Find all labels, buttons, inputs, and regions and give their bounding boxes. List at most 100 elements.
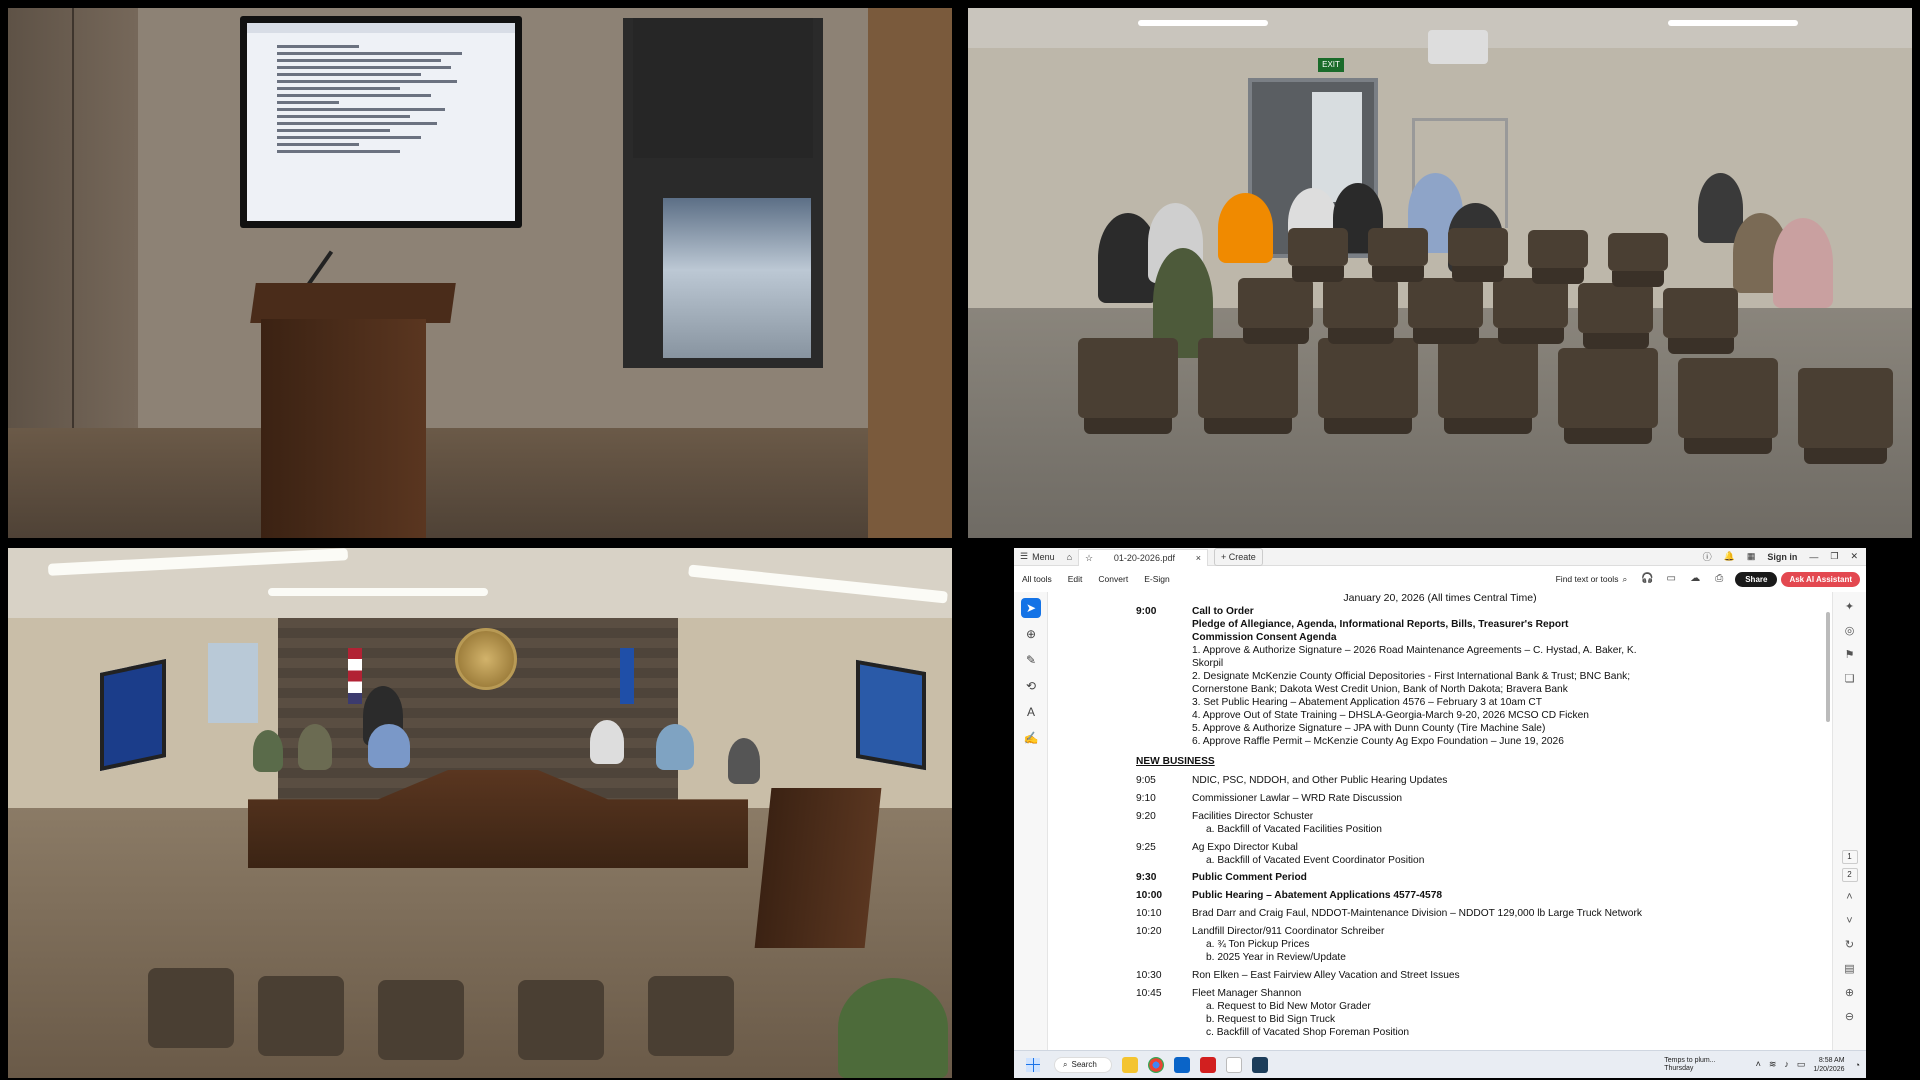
page-number-1[interactable]: 1 (1841, 850, 1858, 864)
notifications-icon[interactable]: 🔔 (1724, 551, 1735, 562)
podium (250, 283, 456, 538)
search-icon: ⌕ (1063, 1059, 1068, 1069)
refresh-icon[interactable]: ↻ (1843, 938, 1857, 952)
agenda-subtext: a. Backfill of Vacated Facilities Positi… (1206, 824, 1382, 835)
create-tab-button[interactable]: + Create (1214, 548, 1263, 566)
zoom-in-icon[interactable]: ⊕ (1843, 986, 1857, 1000)
state-flag (620, 648, 634, 704)
chair (258, 976, 344, 1056)
page-export-icon[interactable]: ▤ (1843, 962, 1857, 976)
agenda-time: 9:20 (1136, 811, 1156, 822)
chair (1608, 233, 1668, 287)
lasso-icon[interactable]: ⟲ (1021, 676, 1041, 696)
cloud-upload-icon[interactable]: ☁ (1689, 573, 1701, 585)
camera-feed-podium (8, 8, 952, 538)
agenda-time: 10:20 (1136, 926, 1162, 937)
signature-icon[interactable]: ✍ (1021, 728, 1041, 748)
sign-in-button[interactable]: Sign in (1767, 552, 1797, 562)
read-aloud-icon[interactable]: 🎧 (1641, 573, 1653, 585)
minimize-icon[interactable]: — (1809, 552, 1818, 562)
agenda-time: 10:30 (1136, 970, 1162, 981)
agenda-subtext: b. Request to Bid Sign Truck (1206, 1014, 1336, 1025)
floor (8, 428, 952, 538)
tab-title: 01-20-2026.pdf (1113, 553, 1175, 563)
page-number-2[interactable]: 2 (1841, 868, 1858, 882)
wifi-icon[interactable]: ≋ (1769, 1059, 1777, 1070)
comment-icon[interactable]: ◎ (1843, 624, 1857, 638)
acrobat-icon[interactable] (1199, 1056, 1216, 1073)
chair (1493, 278, 1568, 344)
apps-grid-icon[interactable]: ▦ (1747, 551, 1756, 562)
chair (1238, 278, 1313, 344)
ai-assistant-button[interactable]: Ask AI Assistant (1781, 571, 1860, 587)
outlook-icon[interactable] (1173, 1056, 1190, 1073)
volume-icon[interactable]: ♪ (1784, 1059, 1789, 1070)
convert-menu[interactable]: Convert (1090, 574, 1136, 584)
window (623, 18, 823, 368)
agenda-time: 9:10 (1136, 793, 1156, 804)
agenda-text: Commissioner Lawlar – WRD Rate Discussio… (1192, 793, 1403, 804)
weather-text: Temps to plum... (1664, 1056, 1716, 1064)
save-icon[interactable]: ▭ (1665, 573, 1677, 585)
maximize-icon[interactable]: ❐ (1830, 551, 1838, 562)
bookmark-icon[interactable]: ⚑ (1843, 648, 1857, 662)
zoom-tool-icon[interactable]: ⊕ (1021, 624, 1041, 644)
blank-document-icon[interactable] (1225, 1056, 1242, 1073)
esign-menu[interactable]: E-Sign (1136, 574, 1178, 584)
consent-text: 4. Approve Out of State Training – DHSLA… (1192, 710, 1589, 721)
agenda-time: 10:10 (1136, 908, 1162, 919)
ai-sparkle-icon[interactable]: ✦ (1843, 600, 1857, 614)
hamburger-icon: ☰ (1020, 551, 1029, 561)
windows-start-icon[interactable] (1026, 1057, 1040, 1072)
find-tools[interactable]: Find text or tools ⌕ (1556, 574, 1636, 585)
taskbar-search[interactable]: ⌕ Search (1054, 1056, 1112, 1073)
wall-map (208, 643, 258, 723)
projector (1428, 30, 1488, 64)
chrome-icon[interactable] (1147, 1056, 1164, 1073)
all-tools-menu[interactable]: All tools (1014, 574, 1060, 584)
document-tab[interactable]: ☆ 01-20-2026.pdf × (1078, 548, 1209, 567)
notification-center-icon[interactable]: ◔ (1855, 1060, 1860, 1070)
search-label: Search (1071, 1060, 1097, 1069)
chair (648, 976, 734, 1056)
battery-icon[interactable]: ▭ (1797, 1059, 1806, 1070)
weather-widget[interactable]: Temps to plum... Thursday (1664, 1057, 1715, 1073)
weather-day: Thursday (1664, 1064, 1694, 1072)
star-icon[interactable]: ☆ (1085, 553, 1093, 564)
agenda-subtext: c. Backfill of Vacated Shop Foreman Posi… (1206, 1027, 1410, 1038)
print-icon[interactable]: ⎙ (1713, 573, 1725, 585)
document-scrollbar[interactable] (1826, 612, 1830, 722)
clock[interactable]: 8:58 AM 1/20/2026 (1813, 1056, 1844, 1074)
tab-close-icon[interactable]: × (1196, 553, 1201, 563)
pen-icon[interactable]: ✎ (1021, 650, 1041, 670)
close-icon[interactable]: ✕ (1850, 551, 1858, 562)
agenda-text: NDIC, PSC, NDDOH, and Other Public Heari… (1192, 775, 1448, 786)
agenda-date: January 20, 2026 (All times Central Time… (1343, 592, 1537, 604)
wall-monitor-right (856, 659, 926, 771)
edit-menu[interactable]: Edit (1060, 574, 1091, 584)
pages-icon[interactable]: ❏ (1843, 672, 1857, 686)
agenda-text: Facilities Director Schuster (1192, 811, 1314, 822)
menu-button[interactable]: ☰ Menu (1014, 548, 1061, 566)
text-box-icon[interactable]: A (1021, 702, 1041, 722)
ceiling (8, 548, 952, 618)
wall-cabinet (8, 8, 138, 458)
help-icon[interactable]: ⓘ (1703, 550, 1712, 563)
system-tray: ˄ ≋ ♪ ▭ (1756, 1059, 1806, 1070)
zoom-out-icon[interactable]: ⊖ (1843, 1010, 1857, 1024)
select-cursor-icon[interactable]: ➤ (1021, 598, 1041, 618)
chair (378, 980, 464, 1060)
chevron-up-icon[interactable]: ˄ (1756, 1059, 1761, 1070)
chair (1288, 228, 1348, 282)
chevron-up-icon[interactable]: ˄ (1843, 890, 1857, 904)
agenda-text: Landfill Director/911 Coordinator Schrei… (1192, 926, 1385, 937)
agenda-subtext: b. 2025 Year in Review/Update (1206, 952, 1346, 963)
file-explorer-icon[interactable] (1121, 1056, 1138, 1073)
home-button[interactable]: ⌂ (1061, 548, 1078, 566)
search-icon: ⌕ (1622, 573, 1628, 584)
video-app-icon[interactable] (1251, 1056, 1268, 1073)
share-button[interactable]: Share (1735, 571, 1778, 587)
chevron-down-icon[interactable]: ˅ (1843, 914, 1857, 928)
lectern (754, 788, 882, 948)
agenda-subtext: a. Request to Bid New Motor Grader (1206, 1001, 1371, 1012)
